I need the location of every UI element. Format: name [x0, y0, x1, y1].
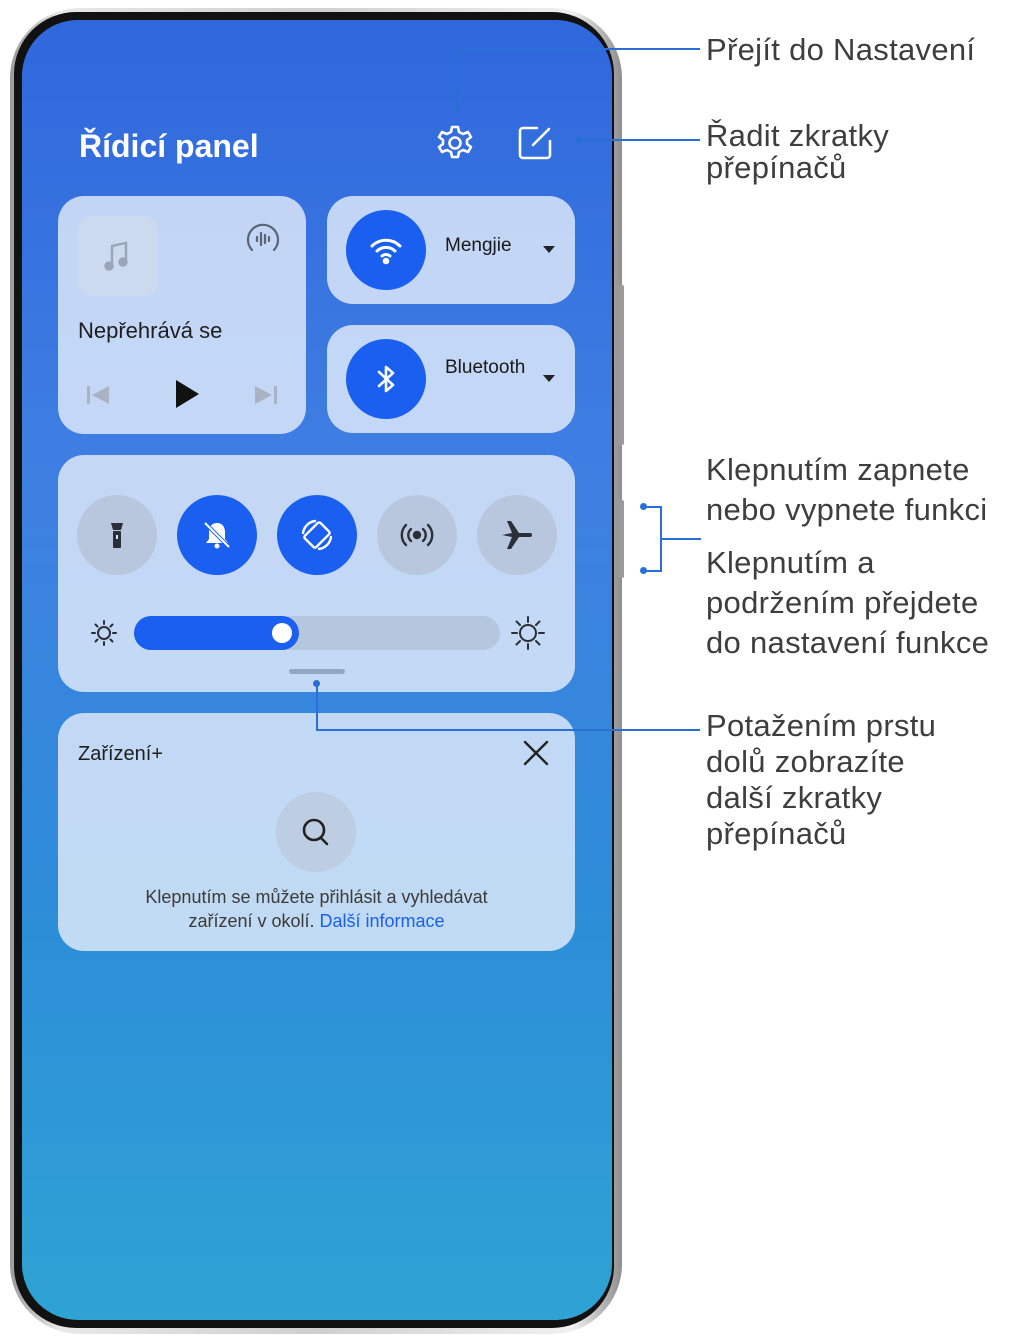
annotation-hold-line1: Klepnutím a	[706, 545, 875, 580]
previous-icon[interactable]	[84, 381, 112, 414]
power-button	[618, 500, 624, 578]
device-search-button[interactable]	[276, 792, 356, 872]
annotation-sort-line1: Řadit zkratky	[706, 118, 890, 153]
audio-output-icon[interactable]	[244, 220, 282, 263]
gear-icon[interactable]	[435, 123, 475, 163]
swipe-callout-line-h	[316, 729, 700, 731]
volume-button	[618, 285, 624, 445]
sort-callout-line	[580, 139, 700, 141]
device-plus-card: Zařízení+ Klepnutím se můžete přihlásit …	[58, 713, 575, 951]
wifi-expand-icon[interactable]	[543, 246, 555, 253]
device-text-line2: zařízení v okolí.	[188, 911, 315, 931]
settings-callout-dot	[453, 107, 460, 114]
brightness-slider-thumb[interactable]	[272, 623, 292, 643]
play-icon[interactable]	[168, 376, 204, 417]
shortcut-toggles-card	[58, 455, 575, 692]
airplane-toggle[interactable]	[477, 495, 557, 575]
media-card[interactable]: Nepřehrává se	[58, 196, 306, 434]
hotspot-icon	[400, 523, 434, 547]
auto-rotate-toggle[interactable]	[277, 495, 357, 575]
hotspot-toggle[interactable]	[377, 495, 457, 575]
device-text-line1: Klepnutím se můžete přihlásit a vyhledáv…	[145, 887, 488, 907]
page-title: Řídicí panel	[79, 128, 259, 164]
annotation-swipe-line3: další zkratky	[706, 780, 883, 815]
bluetooth-expand-icon[interactable]	[543, 375, 555, 382]
wifi-toggle[interactable]	[346, 210, 426, 290]
flashlight-icon	[111, 523, 123, 548]
bluetooth-icon	[377, 365, 395, 393]
close-icon[interactable]	[520, 737, 552, 774]
annotation-hold-line2: podržením přejdete	[706, 585, 979, 620]
annotation-toggle-line2: nebo vypnete funkci	[706, 492, 988, 527]
media-status: Nepřehrává se	[78, 318, 223, 343]
expand-handle[interactable]	[289, 669, 345, 674]
annotation-hold-line3: do nastavení funkce	[706, 625, 990, 660]
toggle-bracket-dot-bottom	[640, 567, 647, 574]
brightness-low-icon	[90, 619, 118, 652]
wifi-icon	[370, 238, 402, 265]
bluetooth-card[interactable]: Bluetooth	[327, 325, 575, 433]
settings-callout-line-v	[456, 48, 458, 111]
wifi-card[interactable]: Mengjie	[327, 196, 575, 304]
annotation-sort: Řadit zkratky přepínačů	[706, 118, 889, 186]
flashlight-toggle[interactable]	[77, 495, 157, 575]
more-info-link[interactable]: Další informace	[320, 911, 445, 931]
brightness-high-icon	[510, 615, 546, 656]
device-plus-description: Klepnutím se můžete přihlásit a vyhledáv…	[58, 885, 575, 933]
annotation-swipe: Potažením prstu dolů zobrazíte další zkr…	[706, 708, 936, 852]
device-plus-title: Zařízení+	[78, 743, 164, 765]
toggle-bracket-stem	[661, 538, 701, 540]
silent-bell-icon	[203, 521, 231, 549]
toggle-bracket-dot-top	[640, 503, 647, 510]
album-art	[78, 216, 158, 296]
screen: Řídicí panel Nepřehrává se Mengjie Bluet…	[22, 20, 612, 1320]
swipe-callout-line-v	[316, 684, 318, 730]
annotation-swipe-line4: přepínačů	[706, 816, 847, 851]
annotation-toggle: Klepnutím zapnete nebo vypnete funkci	[706, 450, 987, 530]
swipe-callout-dot	[313, 680, 320, 687]
wifi-label: Mengjie	[445, 235, 512, 256]
annotation-toggle-line1: Klepnutím zapnete	[706, 452, 970, 487]
edit-icon[interactable]	[515, 123, 555, 163]
silent-toggle[interactable]	[177, 495, 257, 575]
annotation-hold: Klepnutím a podržením přejdete do nastav…	[706, 543, 989, 663]
annotation-settings: Přejít do Nastavení	[706, 32, 976, 67]
music-note-icon	[104, 241, 128, 271]
airplane-icon	[502, 521, 532, 549]
bluetooth-label: Bluetooth	[445, 357, 526, 378]
annotation-swipe-line1: Potažením prstu	[706, 708, 937, 743]
settings-callout-line-h	[456, 48, 700, 50]
annotation-sort-line2: přepínačů	[706, 150, 847, 185]
search-icon	[302, 818, 329, 846]
brightness-slider[interactable]	[134, 616, 500, 650]
annotation-swipe-line2: dolů zobrazíte	[706, 744, 905, 779]
sort-callout-dot	[576, 136, 583, 143]
auto-rotate-icon	[301, 519, 333, 551]
next-icon[interactable]	[252, 381, 280, 414]
bluetooth-toggle[interactable]	[346, 339, 426, 419]
